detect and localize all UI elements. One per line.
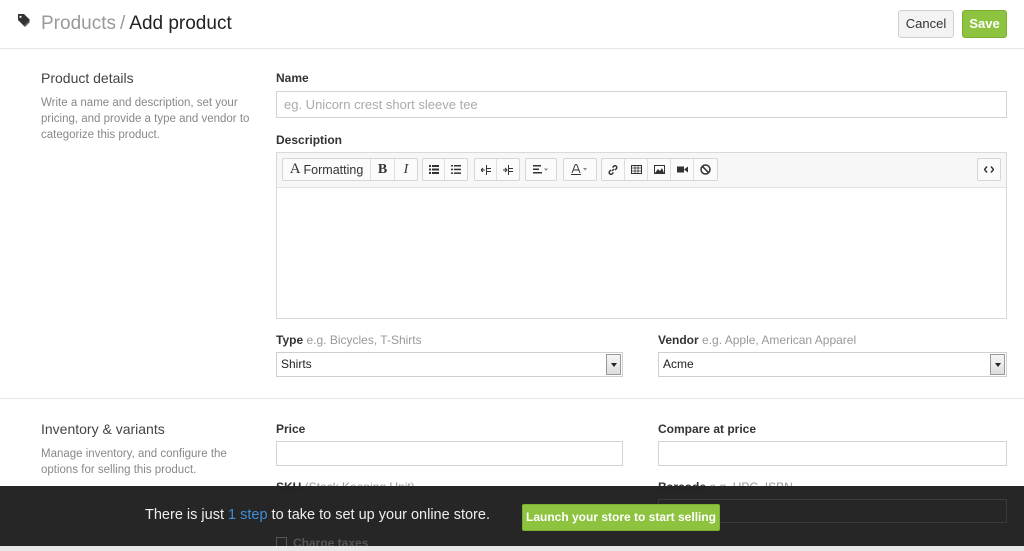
indent-button[interactable] (497, 159, 519, 180)
indent-icon (503, 164, 513, 175)
vendor-label: Vendor e.g. Apple, American Apparel (658, 333, 856, 347)
indent-group (474, 158, 520, 181)
format-group: A Formatting B I (282, 158, 418, 181)
insert-group (601, 158, 718, 181)
product-details-title: Product details (41, 70, 134, 86)
banner-message: There is just 1 step to take to set up y… (145, 507, 490, 523)
name-input[interactable] (276, 91, 1007, 118)
editor-toolbar: A Formatting B I (277, 153, 1006, 188)
banner-step-link[interactable]: 1 step (228, 507, 268, 523)
bottom-edge (0, 546, 1024, 551)
banner-text-after: to take to set up your online store. (271, 507, 490, 523)
vendor-selected-value: Acme (663, 357, 694, 371)
type-label: Type e.g. Bicycles, T-Shirts (276, 333, 422, 347)
name-label: Name (276, 71, 309, 85)
page-header: Products / Add product Cancel Save (0, 0, 1024, 49)
bold-button[interactable]: B (371, 159, 395, 180)
launch-store-button[interactable]: Launch your store to start selling (522, 504, 720, 531)
price-input[interactable] (276, 441, 623, 466)
align-group (525, 158, 557, 181)
compare-at-price-input[interactable] (658, 441, 1007, 466)
ordered-list-icon (451, 165, 461, 174)
vendor-select[interactable]: Acme (658, 352, 1007, 377)
video-icon (676, 166, 688, 173)
unordered-list-icon (428, 165, 439, 174)
image-icon (653, 165, 665, 174)
description-editor: A Formatting B I (276, 152, 1007, 319)
align-left-icon (533, 165, 548, 174)
color-group (563, 158, 597, 181)
type-select[interactable]: Shirts (276, 352, 623, 377)
list-group (422, 158, 468, 181)
page-title: Add product (129, 13, 232, 34)
compare-at-price-label: Compare at price (658, 422, 757, 436)
block-icon (700, 164, 711, 175)
save-button[interactable]: Save (962, 10, 1007, 38)
code-icon (984, 166, 994, 173)
tag-icon (18, 14, 30, 27)
italic-button[interactable]: I (395, 159, 417, 180)
formatting-icon: A (289, 161, 301, 177)
image-button[interactable] (648, 159, 671, 180)
description-label: Description (276, 133, 343, 147)
setup-banner: There is just 1 step to take to set up y… (0, 486, 1024, 546)
vendor-label-text: Vendor (658, 333, 699, 347)
product-details-description: Write a name and description, set your p… (41, 97, 250, 141)
text-color-button[interactable] (564, 159, 596, 180)
formatting-label: Formatting (303, 162, 364, 177)
clear-format-button[interactable] (694, 159, 717, 180)
chevron-down-icon[interactable] (606, 354, 621, 375)
html-group (977, 158, 1001, 181)
outdent-icon (480, 164, 491, 175)
cancel-button[interactable]: Cancel (898, 10, 954, 38)
price-label: Price (276, 422, 306, 436)
breadcrumb: Products / Add product (41, 12, 232, 36)
type-selected-value: Shirts (281, 357, 312, 371)
breadcrumb-separator: / (119, 13, 126, 34)
inventory-title: Inventory & variants (41, 421, 165, 437)
table-button[interactable] (625, 159, 648, 180)
description-editor-body[interactable] (277, 188, 1006, 318)
chevron-down-icon[interactable] (990, 354, 1005, 375)
unordered-list-button[interactable] (423, 159, 445, 180)
type-label-text: Type (276, 333, 304, 347)
ordered-list-button[interactable] (445, 159, 467, 180)
formatting-button[interactable]: A Formatting (283, 159, 371, 180)
inventory-description: Manage inventory, and configure the opti… (41, 448, 227, 476)
html-source-button[interactable] (978, 159, 1000, 180)
breadcrumb-products-link[interactable]: Products (41, 13, 116, 34)
type-hint: e.g. Bicycles, T-Shirts (306, 333, 422, 347)
banner-text-before: There is just (145, 507, 224, 523)
link-icon (608, 164, 618, 175)
link-button[interactable] (602, 159, 625, 180)
text-color-icon (571, 164, 587, 175)
table-icon (630, 165, 642, 174)
align-dropdown-button[interactable] (526, 159, 556, 180)
vendor-hint: e.g. Apple, American Apparel (702, 333, 857, 347)
video-button[interactable] (671, 159, 694, 180)
outdent-button[interactable] (475, 159, 497, 180)
section-divider (0, 398, 1024, 399)
